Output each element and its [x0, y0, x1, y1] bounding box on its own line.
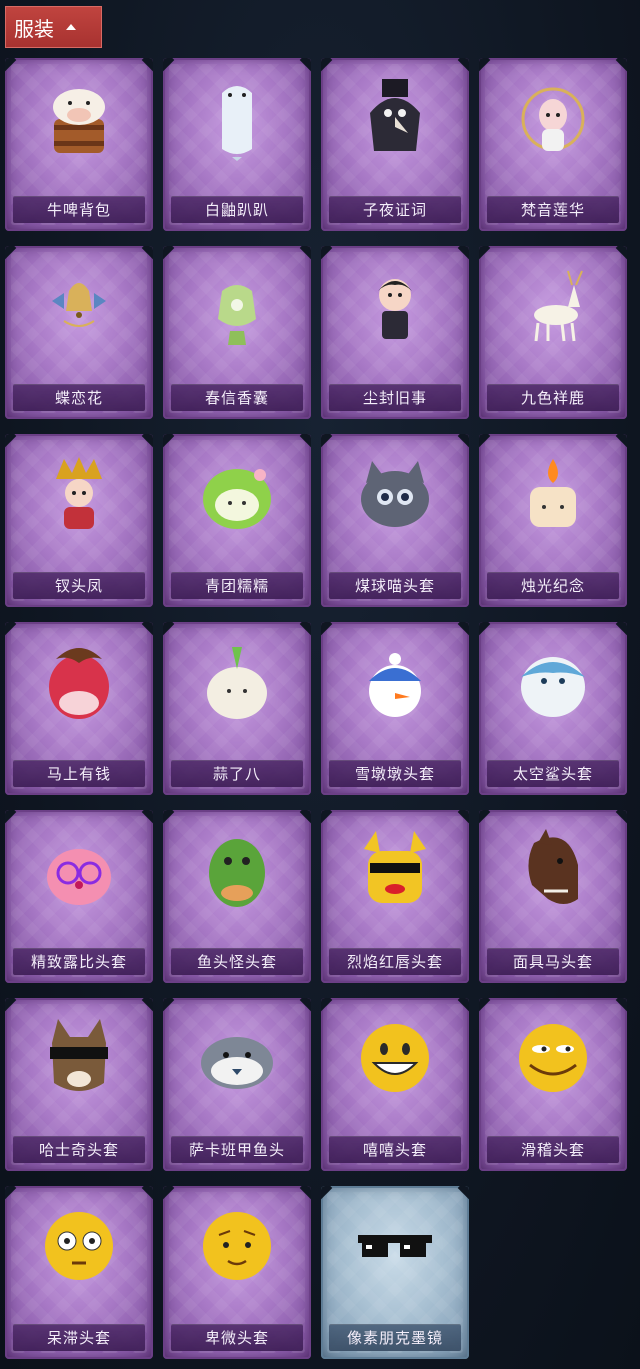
costume-card-label: 烛光纪念 [487, 572, 619, 599]
costume-card[interactable]: 萨卡班甲鱼头 [163, 998, 311, 1171]
costume-card-label: 九色祥鹿 [487, 384, 619, 411]
shark-head-icon [508, 637, 598, 727]
fish-monster-head-icon [192, 825, 282, 915]
funny-emoji-head-icon [508, 1013, 598, 1103]
costume-card-label: 呆滞头套 [13, 1324, 145, 1351]
costume-card-label: 面具马头套 [487, 948, 619, 975]
costume-card-label: 蝶恋花 [13, 384, 145, 411]
costume-card-label: 像素朋克墨镜 [329, 1324, 461, 1351]
costume-page: 服装 牛啤背包 白鼬趴趴 子夜证词 梵音莲华蝶恋花 春信香囊 尘封旧事 九色祥鹿钗头凤 青团糯… [0, 0, 640, 1369]
costume-card-label: 子夜证词 [329, 196, 461, 223]
costume-card-label: 萨卡班甲鱼头 [171, 1136, 303, 1163]
costume-card[interactable]: 春信香囊 [163, 246, 311, 419]
husky-head-icon [34, 1013, 124, 1103]
costume-card[interactable]: 嘻嘻头套 [321, 998, 469, 1171]
pixel-sunglasses-icon [350, 1201, 440, 1291]
costume-card[interactable]: 蒜了八 [163, 622, 311, 795]
costume-card[interactable]: 马上有钱 [5, 622, 153, 795]
yellow-mouse-head-icon [350, 825, 440, 915]
costume-card-label: 煤球喵头套 [329, 572, 461, 599]
sachet-icon [192, 261, 282, 351]
costume-card-label: 牛啤背包 [13, 196, 145, 223]
snowman-head-icon [350, 637, 440, 727]
costume-card[interactable]: 太空鲨头套 [479, 622, 627, 795]
costume-card-label: 尘封旧事 [329, 384, 461, 411]
grin-emoji-head-icon [350, 1013, 440, 1103]
costume-card-label: 青团糯糯 [171, 572, 303, 599]
costume-card-label: 梵音莲华 [487, 196, 619, 223]
costume-card[interactable]: 鱼头怪头套 [163, 810, 311, 983]
costume-card[interactable]: 九色祥鹿 [479, 246, 627, 419]
costume-card-label: 雪墩墩头套 [329, 760, 461, 787]
costume-card-label: 太空鲨头套 [487, 760, 619, 787]
costume-card[interactable]: 雪墩墩头套 [321, 622, 469, 795]
costume-card-label: 烈焰红唇头套 [329, 948, 461, 975]
sacabambaspis-head-icon [192, 1013, 282, 1103]
section-title: 服装 [14, 16, 54, 41]
costume-card[interactable]: 青团糯糯 [163, 434, 311, 607]
costume-card[interactable]: 像素朋克墨镜 [321, 1186, 469, 1359]
costume-card-label: 滑稽头套 [487, 1136, 619, 1163]
costume-card-label: 马上有钱 [13, 760, 145, 787]
costume-card[interactable]: 煤球喵头套 [321, 434, 469, 607]
costume-card[interactable]: 滑稽头套 [479, 998, 627, 1171]
costume-card[interactable]: 钗头凤 [5, 434, 153, 607]
lotus-doll-icon [508, 73, 598, 163]
costume-card[interactable]: 尘封旧事 [321, 246, 469, 419]
costume-card[interactable]: 烈焰红唇头套 [321, 810, 469, 983]
costume-card[interactable]: 卑微头套 [163, 1186, 311, 1359]
costume-card[interactable]: 梵音莲华 [479, 58, 627, 231]
phoenix-crown-doll-icon [34, 449, 124, 539]
gray-cat-head-icon [350, 449, 440, 539]
costume-card[interactable]: 哈士奇头套 [5, 998, 153, 1171]
costume-card-label: 嘻嘻头套 [329, 1136, 461, 1163]
costume-card[interactable]: 蝶恋花 [5, 246, 153, 419]
costume-card[interactable]: 子夜证词 [321, 58, 469, 231]
costume-card[interactable]: 面具马头套 [479, 810, 627, 983]
pink-beaver-head-icon [34, 825, 124, 915]
costume-section-toggle[interactable]: 服装 [5, 6, 102, 48]
horse-mask-icon [508, 825, 598, 915]
vampire-doll-icon [350, 261, 440, 351]
deer-icon [508, 261, 598, 351]
costume-card-label: 蒜了八 [171, 760, 303, 787]
costume-card-label: 鱼头怪头套 [171, 948, 303, 975]
costume-card-label: 卑微头套 [171, 1324, 303, 1351]
green-dumpling-icon [192, 449, 282, 539]
garlic-head-icon [192, 637, 282, 727]
costume-card[interactable]: 白鼬趴趴 [163, 58, 311, 231]
costume-card-label: 精致露比头套 [13, 948, 145, 975]
costume-card[interactable]: 烛光纪念 [479, 434, 627, 607]
candle-icon [508, 449, 598, 539]
costume-card[interactable]: 呆滞头套 [5, 1186, 153, 1359]
humble-emoji-head-icon [192, 1201, 282, 1291]
costume-card-label: 白鼬趴趴 [171, 196, 303, 223]
costume-card[interactable]: 牛啤背包 [5, 58, 153, 231]
costume-card-label: 钗头凤 [13, 572, 145, 599]
white-ferret-icon [192, 73, 282, 163]
dazed-emoji-head-icon [34, 1201, 124, 1291]
chevron-up-icon [66, 24, 76, 30]
cow-beer-backpack-icon [34, 73, 124, 163]
costume-card-label: 哈士奇头套 [13, 1136, 145, 1163]
costume-card[interactable]: 精致露比头套 [5, 810, 153, 983]
costume-card-label: 春信香囊 [171, 384, 303, 411]
costume-grid: 牛啤背包 白鼬趴趴 子夜证词 梵音莲华蝶恋花 春信香囊 尘封旧事 九色祥鹿钗头凤 青团糯糯 煤球… [5, 58, 631, 1359]
butterfly-bell-icon [34, 261, 124, 351]
plague-doctor-icon [350, 73, 440, 163]
red-horse-head-icon [34, 637, 124, 727]
